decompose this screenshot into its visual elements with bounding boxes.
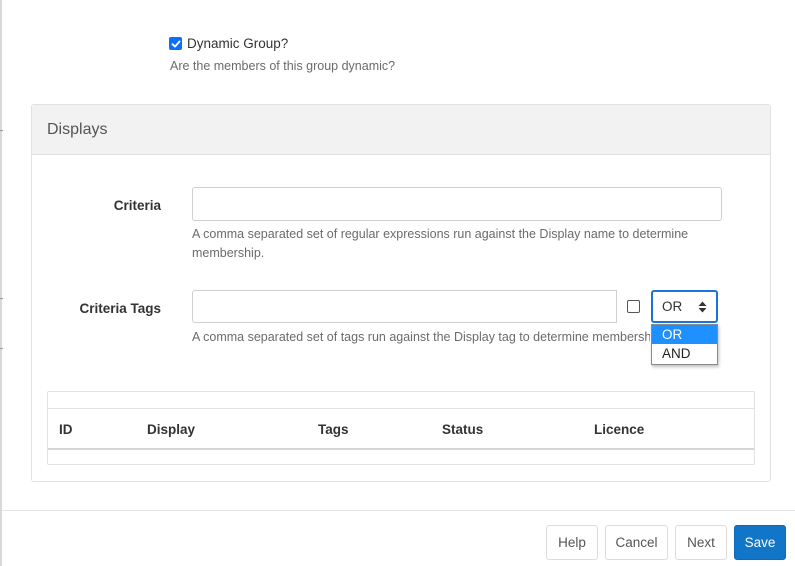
displays-panel-header: Displays (32, 105, 770, 155)
cancel-button[interactable]: Cancel (605, 525, 668, 560)
save-button[interactable]: Save (734, 525, 786, 560)
page-left-border (0, 0, 2, 566)
dynamic-group-help: Are the members of this group dynamic? (170, 59, 396, 73)
footer-divider (2, 510, 795, 511)
left-border-tick (0, 130, 3, 131)
column-header-status[interactable]: Status (442, 422, 483, 437)
left-border-tick (0, 298, 3, 299)
exact-tags-checkbox[interactable] (627, 300, 640, 313)
criteria-tags-help: A comma separated set of tags run agains… (192, 330, 650, 344)
column-header-licence[interactable]: Licence (594, 422, 644, 437)
operator-option-and[interactable]: AND (652, 344, 717, 363)
criteria-label: Criteria (113, 198, 161, 213)
column-header-tags[interactable]: Tags (318, 422, 349, 437)
dynamic-group-label: Dynamic Group? (187, 36, 289, 51)
checkmark-icon (171, 40, 180, 47)
operator-dropdown-list: OR AND (651, 324, 718, 365)
help-button[interactable]: Help (546, 525, 598, 560)
column-header-id[interactable]: ID (59, 422, 73, 437)
dynamic-group-row: Dynamic Group? (169, 36, 288, 51)
column-header-display[interactable]: Display (147, 422, 195, 437)
displays-table: ID Display Tags Status Licence (47, 391, 755, 465)
operator-option-or[interactable]: OR (652, 325, 717, 344)
select-updown-icon (698, 301, 707, 313)
displays-table-header: ID Display Tags Status Licence (48, 408, 754, 450)
left-border-tick (0, 348, 3, 349)
dynamic-group-checkbox[interactable] (169, 37, 182, 50)
criteria-input[interactable] (192, 187, 722, 221)
operator-select-value: OR (662, 299, 683, 314)
operator-select[interactable]: OR (651, 290, 718, 323)
displays-panel-title: Displays (47, 120, 108, 138)
criteria-tags-input[interactable] (192, 290, 617, 323)
criteria-tags-label: Criteria Tags (79, 301, 161, 316)
criteria-help: A comma separated set of regular express… (192, 227, 689, 260)
next-button[interactable]: Next (675, 525, 727, 560)
